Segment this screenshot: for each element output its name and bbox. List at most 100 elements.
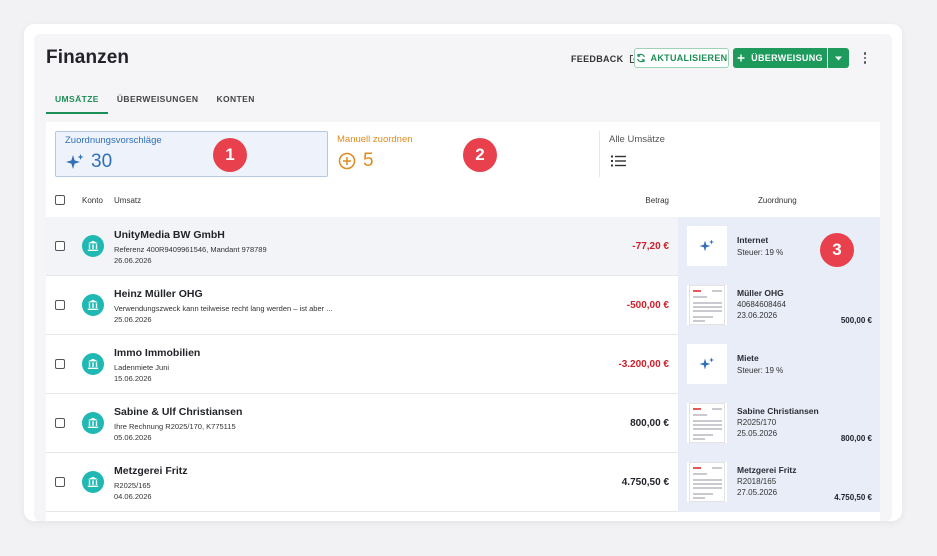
col-betrag: Betrag [645, 196, 669, 205]
transaction-amount: -500,00 € [626, 300, 669, 311]
transaction-date: 04.06.2026 [114, 492, 152, 501]
finance-panel: Finanzen FEEDBACK AKTUALISIEREN ÜBERWEIS… [34, 34, 892, 521]
assignment-date: 25.05.2026 [737, 429, 778, 438]
transaction-reference: R2025/165 [114, 481, 151, 490]
feedback-button[interactable]: FEEDBACK [571, 51, 639, 67]
assignment-date: 27.05.2026 [737, 488, 778, 497]
table-row[interactable]: Heinz Müller OHG Verwendungszweck kann t… [46, 276, 880, 335]
document-thumbnail [687, 462, 727, 502]
assignment-title: Müller OHG [737, 288, 784, 298]
row-checkbox[interactable] [55, 359, 65, 369]
table-row[interactable]: Metzgerei Fritz R2025/165 04.06.2026 4.7… [46, 453, 880, 512]
stat-value: 5 [363, 150, 374, 171]
stat-label: Alle Umsätze [609, 134, 665, 145]
caret-down-icon [835, 56, 842, 60]
tab-umsaetze[interactable]: UMSÄTZE [46, 92, 108, 114]
sparkle-icon [65, 153, 85, 171]
col-umsatz: Umsatz [114, 196, 142, 205]
sparkle-icon [687, 344, 727, 384]
dot-icon [863, 56, 867, 60]
col-zuordnung: Zuordnung [758, 196, 797, 205]
transaction-name: Metzgerei Fritz [114, 465, 188, 477]
transaction-name: Sabine & Ulf Christiansen [114, 406, 243, 418]
refresh-icon [636, 53, 645, 63]
assignment-cell[interactable]: Miete Steuer: 19 % [678, 335, 880, 394]
stat-suggestions[interactable]: Zuordnungsvorschläge 30 [55, 131, 328, 177]
stat-all[interactable]: Alle Umsätze [600, 131, 871, 177]
assignment-cell[interactable]: Müller OHG 40684608464 23.06.2026 500,00… [678, 276, 880, 335]
new-transfer-button[interactable]: ÜBERWEISUNG [733, 48, 827, 68]
table-row[interactable]: UnityMedia BW GmbH Referenz 400R94099615… [46, 217, 880, 276]
tab-konten[interactable]: KONTEN [207, 92, 263, 114]
app-card: Finanzen FEEDBACK AKTUALISIEREN ÜBERWEIS… [24, 24, 902, 521]
transaction-name: Immo Immobilien [114, 347, 201, 359]
plus-icon [737, 54, 745, 62]
annotation-marker-3: 3 [820, 233, 854, 267]
plus-circle-icon [337, 152, 357, 170]
transaction-reference: Referenz 400R9409961546, Mandant 978789 [114, 245, 267, 254]
bank-icon [82, 353, 104, 375]
dot-icon [863, 52, 867, 55]
tab-ueberweisungen[interactable]: ÜBERWEISUNGEN [108, 92, 208, 114]
stat-label: Zuordnungsvorschläge [65, 135, 162, 146]
assignment-detail: R2018/165 [737, 477, 777, 486]
transactions-panel: Zuordnungsvorschläge 30 Manuell zuordnen [46, 122, 880, 521]
assignment-detail: 40684608464 [737, 300, 786, 309]
row-checkbox[interactable] [55, 300, 65, 310]
transaction-reference: Ihre Rechnung R2025/170, K775115 [114, 422, 236, 431]
table-header: Konto Umsatz Betrag Zuordnung [46, 182, 880, 218]
list-icon [609, 152, 629, 170]
stat-label: Manuell zuordnen [337, 134, 413, 145]
new-transfer-label: ÜBERWEISUNG [751, 53, 823, 63]
more-options-button[interactable] [860, 50, 870, 66]
transaction-date: 15.06.2026 [114, 374, 152, 383]
transaction-name: Heinz Müller OHG [114, 288, 203, 300]
assignment-detail: R2025/170 [737, 418, 777, 427]
table-row[interactable]: Immo Immobilien Ladenmiete Juni 15.06.20… [46, 335, 880, 394]
assignment-title: Internet [737, 235, 769, 245]
transaction-date: 25.06.2026 [114, 315, 152, 324]
select-all-checkbox[interactable] [55, 195, 65, 205]
assignment-title: Miete [737, 353, 759, 363]
annotation-marker-2: 2 [463, 138, 497, 172]
transaction-name: UnityMedia BW GmbH [114, 229, 225, 241]
transaction-amount: 4.750,50 € [621, 477, 669, 488]
bank-icon [82, 235, 104, 257]
transaction-amount: 800,00 € [630, 418, 669, 429]
assignment-cell[interactable]: Metzgerei Fritz R2018/165 27.05.2026 4.7… [678, 453, 880, 512]
document-thumbnail [687, 403, 727, 443]
transaction-amount: -77,20 € [632, 241, 669, 252]
row-checkbox[interactable] [55, 241, 65, 251]
feedback-label: FEEDBACK [571, 54, 624, 64]
row-checkbox[interactable] [55, 418, 65, 428]
tab-bar: UMSÄTZE ÜBERWEISUNGEN KONTEN [46, 92, 264, 114]
assignment-cell[interactable]: Sabine Christiansen R2025/170 25.05.2026… [678, 394, 880, 453]
assignment-amount: 800,00 € [840, 434, 872, 443]
transaction-amount: -3.200,00 € [618, 359, 669, 370]
assignment-date: 23.06.2026 [737, 311, 778, 320]
dot-icon [863, 61, 867, 64]
document-thumbnail [687, 285, 727, 325]
assignment-detail: Steuer: 19 % [737, 366, 784, 375]
bank-icon [82, 412, 104, 434]
assignment-title: Sabine Christiansen [737, 406, 819, 416]
refresh-label: AKTUALISIEREN [650, 53, 728, 63]
assignment-amount: 500,00 € [840, 316, 872, 325]
table-row[interactable]: Sabine & Ulf Christiansen Ihre Rechnung … [46, 394, 880, 453]
stat-value: 30 [91, 151, 113, 172]
transaction-list: UnityMedia BW GmbH Referenz 400R94099615… [46, 217, 880, 512]
transaction-reference: Verwendungszweck kann teilweise recht la… [114, 304, 333, 313]
assignment-detail: Steuer: 19 % [737, 248, 784, 257]
assignment-amount: 4.750,50 € [834, 493, 872, 502]
annotation-marker-1: 1 [213, 138, 247, 172]
transaction-reference: Ladenmiete Juni [114, 363, 170, 372]
assignment-title: Metzgerei Fritz [737, 465, 797, 475]
transfer-dropdown-button[interactable] [828, 48, 849, 68]
refresh-button[interactable]: AKTUALISIEREN [634, 48, 729, 68]
transaction-date: 05.06.2026 [114, 433, 152, 442]
row-checkbox[interactable] [55, 477, 65, 487]
transaction-date: 26.06.2026 [114, 256, 152, 265]
page-title: Finanzen [46, 47, 130, 68]
sparkle-icon [687, 226, 727, 266]
bank-icon [82, 471, 104, 493]
